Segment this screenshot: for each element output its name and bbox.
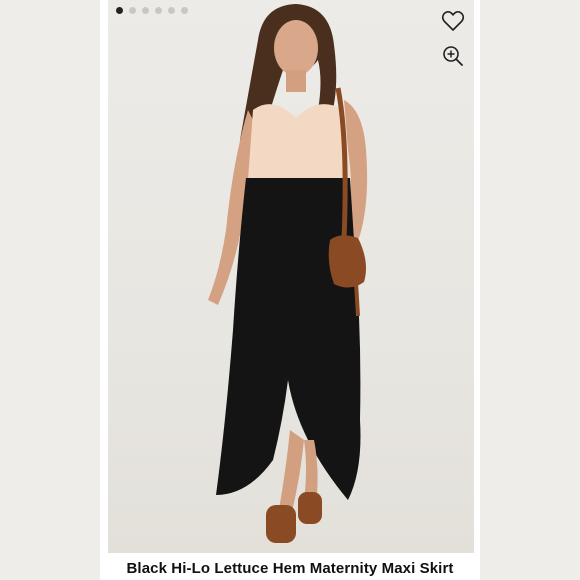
carousel-dots <box>116 7 188 14</box>
carousel-dot[interactable] <box>142 7 149 14</box>
carousel-dot[interactable] <box>155 7 162 14</box>
zoom-button[interactable] <box>439 42 467 70</box>
product-photo[interactable] <box>108 0 474 553</box>
model-illustration <box>208 4 368 543</box>
right-backdrop <box>480 0 580 580</box>
zoom-in-icon <box>443 46 463 66</box>
left-backdrop <box>0 0 100 580</box>
carousel-dot[interactable] <box>116 7 123 14</box>
carousel-dot[interactable] <box>129 7 136 14</box>
favorite-button[interactable] <box>439 7 467 35</box>
carousel-dot[interactable] <box>181 7 188 14</box>
product-title: Black Hi-Lo Lettuce Hem Maternity Maxi S… <box>126 559 454 577</box>
heart-outline-icon <box>441 10 465 31</box>
carousel-dot[interactable] <box>168 7 175 14</box>
product-card: Black Hi-Lo Lettuce Hem Maternity Maxi S… <box>100 0 480 580</box>
